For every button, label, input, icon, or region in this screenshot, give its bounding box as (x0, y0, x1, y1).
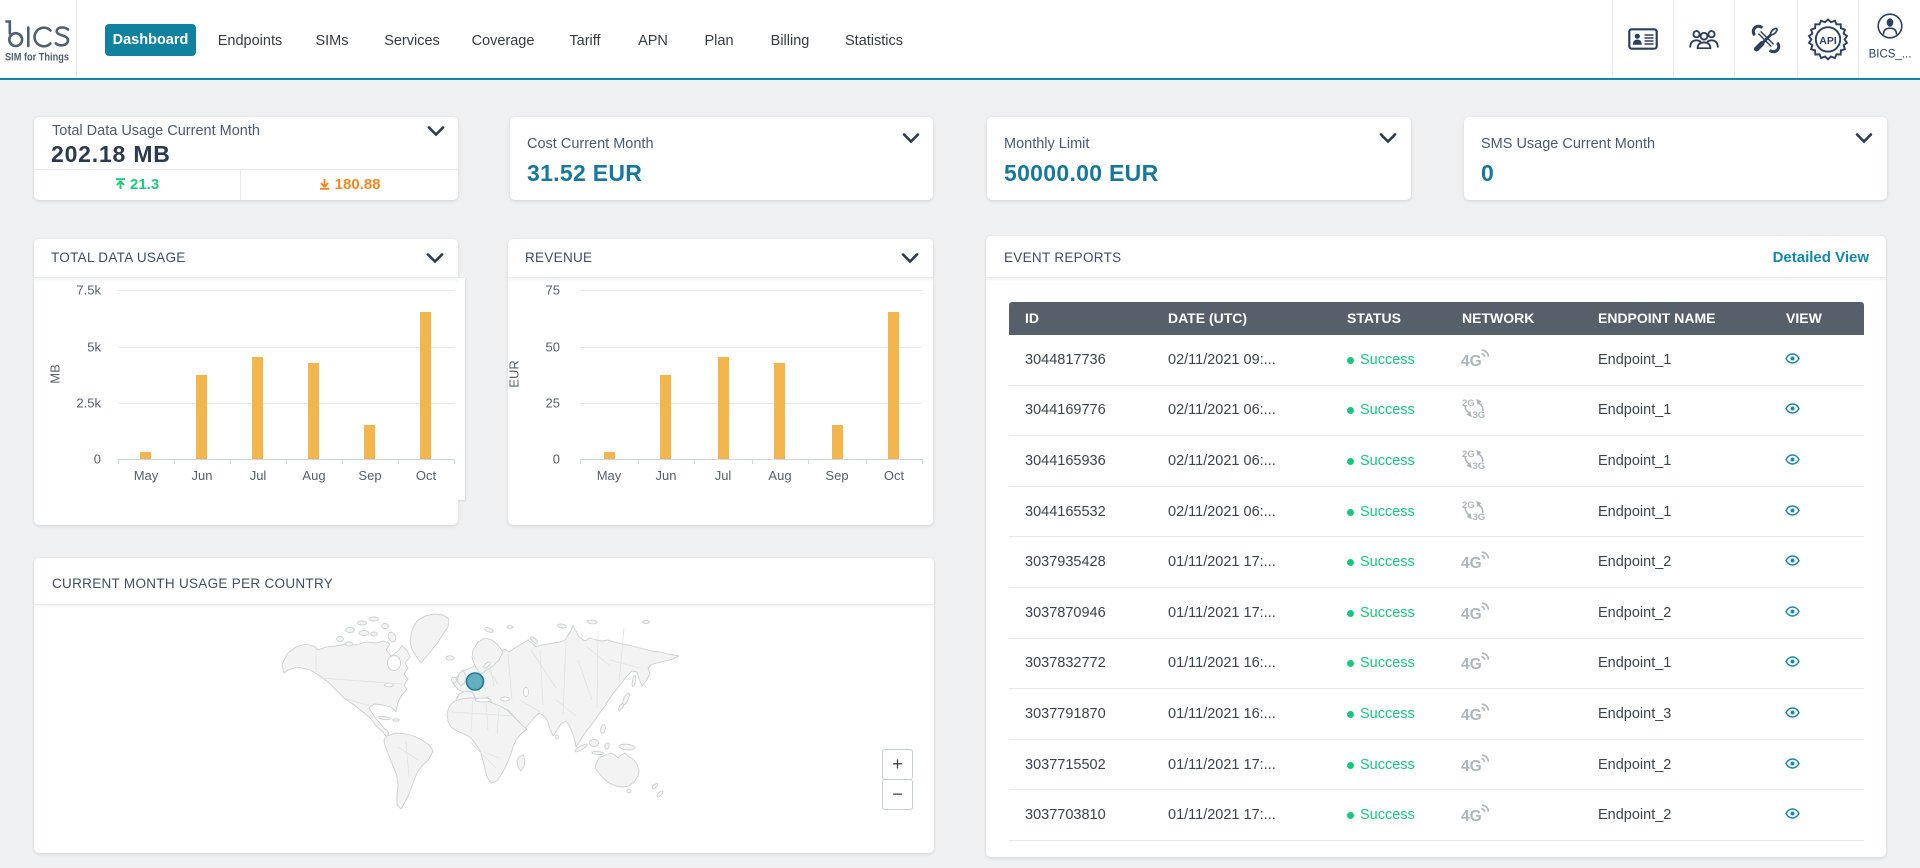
svg-text:2G: 2G (1462, 449, 1475, 460)
svg-text:4G: 4G (1461, 758, 1482, 774)
svg-text:API: API (1819, 35, 1837, 47)
svg-text:3G: 3G (1473, 512, 1486, 521)
svg-text:4G: 4G (1461, 606, 1482, 622)
svg-text:4G: 4G (1461, 808, 1482, 824)
svg-text:4G: 4G (1461, 555, 1482, 571)
svg-text:2G: 2G (1462, 500, 1475, 511)
svg-text:4G: 4G (1461, 656, 1482, 672)
svg-text:BICS_...: BICS_... (1868, 48, 1911, 60)
svg-text:3G: 3G (1473, 461, 1486, 470)
svg-text:SIM for Things: SIM for Things (5, 52, 69, 64)
svg-text:2G: 2G (1462, 398, 1475, 409)
svg-text:4G: 4G (1461, 353, 1482, 369)
svg-text:3G: 3G (1473, 410, 1486, 419)
svg-text:4G: 4G (1461, 707, 1482, 723)
